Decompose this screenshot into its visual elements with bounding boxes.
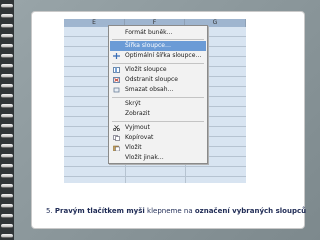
binding-ring (1, 24, 13, 28)
optimal-width-icon (113, 53, 120, 59)
spiral-binding (0, 0, 14, 240)
context-menu: Formát buněk… Šířka sloupce… Optimální š… (108, 25, 208, 164)
menu-item-hide[interactable]: Skrýt (110, 99, 206, 109)
binding-ring (1, 34, 13, 38)
caption-number: 5. (46, 207, 55, 215)
menu-item-label: Optimální šířka sloupce… (125, 52, 202, 59)
insert-columns-icon (113, 67, 120, 73)
binding-ring (1, 4, 13, 8)
menu-item-cut[interactable]: Vyjmout (110, 123, 206, 133)
menu-item-show[interactable]: Zobrazit (110, 109, 206, 119)
menu-item-clear-contents[interactable]: Smazat obsah… (110, 85, 206, 95)
menu-item-delete-columns[interactable]: Odstranit sloupce (110, 75, 206, 85)
binding-ring (1, 44, 13, 48)
menu-separator (112, 97, 204, 98)
menu-item-label: Odstranit sloupce (125, 76, 178, 83)
caption-bold-1: Pravým tlačítkem myši (54, 207, 145, 215)
menu-separator (112, 121, 204, 122)
binding-ring (1, 14, 13, 18)
paste-icon (113, 145, 120, 152)
binding-ring (1, 174, 13, 178)
menu-item-label: Vyjmout (125, 124, 150, 131)
menu-item-label: Šířka sloupce… (125, 42, 171, 49)
menu-item-format-cells[interactable]: Formát buněk… (110, 28, 206, 38)
binding-ring (1, 94, 13, 98)
column-width-icon (113, 43, 120, 49)
binding-ring (1, 124, 13, 128)
binding-ring (1, 144, 13, 148)
cut-icon (113, 125, 120, 132)
menu-item-label: Kopírovat (125, 134, 154, 141)
menu-item-label: Vložit (125, 144, 142, 151)
binding-ring (1, 224, 13, 228)
binding-ring (1, 74, 13, 78)
menu-item-label: Formát buněk… (125, 29, 173, 36)
clear-contents-icon (113, 87, 120, 93)
binding-ring (1, 84, 13, 88)
instruction-caption: 5. Pravým tlačítkem myši klepneme na ozn… (46, 206, 306, 216)
menu-item-optimal-width[interactable]: Optimální šířka sloupce… (110, 51, 206, 61)
menu-item-label: Skrýt (125, 100, 141, 107)
menu-item-column-width[interactable]: Šířka sloupce… (110, 41, 206, 51)
menu-separator (112, 39, 204, 40)
binding-ring (1, 184, 13, 188)
caption-text: klepneme na (144, 207, 195, 215)
copy-icon (113, 135, 120, 141)
menu-item-label: Vložit jinak… (125, 154, 164, 161)
binding-ring (1, 104, 13, 108)
binding-ring (1, 54, 13, 58)
binding-ring (1, 164, 13, 168)
menu-item-paste[interactable]: Vložit (110, 143, 206, 153)
menu-item-label: Zobrazit (125, 110, 150, 117)
binding-ring (1, 214, 13, 218)
binding-ring (1, 154, 13, 158)
menu-item-copy[interactable]: Kopírovat (110, 133, 206, 143)
menu-item-label: Vložit sloupce (125, 66, 167, 73)
binding-ring (1, 64, 13, 68)
menu-item-paste-special[interactable]: Vložit jinak… (110, 153, 206, 163)
format-cells-icon (113, 30, 120, 36)
binding-ring (1, 194, 13, 198)
binding-ring (1, 204, 13, 208)
binding-ring (1, 134, 13, 138)
caption-bold-2: označení vybraných sloupců (194, 207, 307, 215)
delete-columns-icon (113, 77, 120, 83)
binding-ring (1, 114, 13, 118)
menu-item-insert-columns[interactable]: Vložit sloupce (110, 65, 206, 75)
menu-separator (112, 63, 204, 64)
binding-ring (1, 234, 13, 238)
menu-item-label: Smazat obsah… (125, 86, 174, 93)
